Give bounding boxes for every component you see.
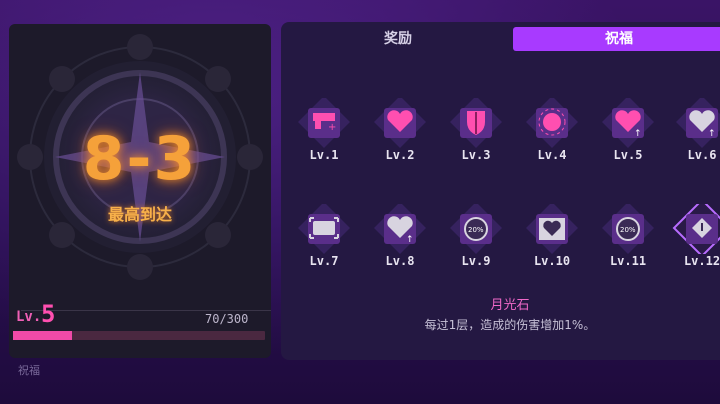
blessing-item[interactable]: 20% Lv.9 xyxy=(446,204,506,284)
heart-outline-up-icon: ↑ xyxy=(374,204,426,254)
blessing-name: 月光石 xyxy=(490,298,530,313)
max-stage-caption: 最高到达 xyxy=(107,205,172,224)
blessing-item[interactable]: Lv.3 xyxy=(446,98,506,178)
blessing-level-label: Lv.11 xyxy=(609,254,647,268)
heart-card-icon xyxy=(526,204,578,254)
blessing-level-label: Lv.7 xyxy=(309,254,339,268)
max-stage-value: 8-3 xyxy=(82,124,198,194)
level-prefix: Lv. xyxy=(16,309,42,325)
svg-text:+: + xyxy=(328,122,336,133)
heart-up-gray-icon: ↑ xyxy=(676,98,720,148)
blessing-item[interactable]: 20% Lv.11 xyxy=(598,204,658,284)
heart-up-icon: ↑ xyxy=(602,98,654,148)
blessing-level-label: Lv.3 xyxy=(461,148,491,162)
tab-bar: 奖励 祝福 xyxy=(285,27,720,51)
divider xyxy=(21,310,271,311)
coin-sun-icon xyxy=(526,98,578,148)
blessing-item[interactable]: ↑ Lv.5 xyxy=(598,98,658,178)
tab-blessings[interactable]: 祝福 xyxy=(513,27,720,51)
footer-label: 祝福 xyxy=(18,364,40,377)
blessing-item[interactable]: Lv.10 xyxy=(522,204,582,284)
moonstone-icon xyxy=(672,204,720,254)
heart-sparkle-icon xyxy=(374,98,426,148)
blessing-item[interactable]: Lv.12 xyxy=(672,204,720,284)
svg-text:↑: ↑ xyxy=(634,129,642,139)
exp-bar-fill xyxy=(13,331,72,340)
blessing-description: 每过1层，造成的伤害增加1%。 xyxy=(424,318,596,332)
blessing-item[interactable]: Lv.7 xyxy=(294,204,354,284)
blessing-level-label: Lv.6 xyxy=(687,148,717,162)
shield-icon xyxy=(450,98,502,148)
svg-text:↑: ↑ xyxy=(708,129,716,139)
blessing-item[interactable]: ↑ Lv.8 xyxy=(370,204,430,284)
tab-rewards[interactable]: 奖励 xyxy=(285,27,511,51)
blessing-level-label: Lv.2 xyxy=(385,148,415,162)
blessing-item[interactable]: Lv.4 xyxy=(522,98,582,178)
timer-20-half-icon: 20% xyxy=(602,204,654,254)
blessing-level-label: Lv.5 xyxy=(613,148,643,162)
blessing-level-label: Lv.1 xyxy=(309,148,339,162)
blessing-item[interactable]: + Lv.1 xyxy=(294,98,354,178)
bullet-frame-icon xyxy=(298,204,350,254)
blessing-level-label: Lv.10 xyxy=(533,254,571,268)
exp-bar xyxy=(13,331,265,340)
svg-text:20%: 20% xyxy=(468,226,484,234)
svg-text:20%: 20% xyxy=(620,226,636,234)
blessing-item[interactable]: Lv.2 xyxy=(370,98,430,178)
timer-20-icon: 20% xyxy=(450,204,502,254)
blessing-level-label: Lv.4 xyxy=(537,148,567,162)
blessing-item[interactable]: ↑ Lv.6 xyxy=(672,98,720,178)
gun-plus-icon: + xyxy=(298,98,350,148)
svg-text:↑: ↑ xyxy=(406,235,414,245)
blessing-level-label: Lv.8 xyxy=(385,254,415,268)
exp-text: 70/300 xyxy=(205,312,249,326)
blessing-level-label: Lv.9 xyxy=(461,254,491,268)
blessing-level-label: Lv.12 xyxy=(683,254,720,268)
player-level: 5 xyxy=(41,300,56,328)
